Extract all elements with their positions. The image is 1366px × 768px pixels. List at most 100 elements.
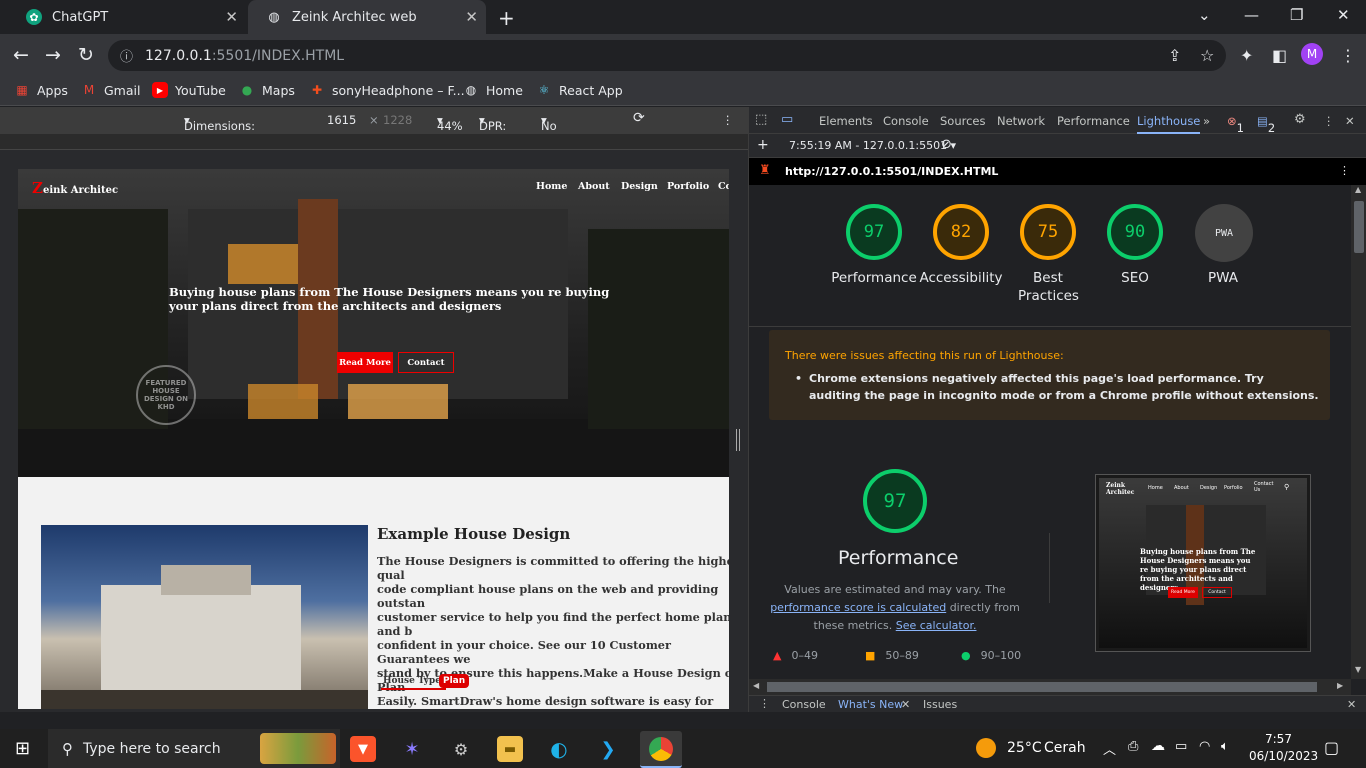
new-tab-button[interactable]: +: [498, 6, 515, 30]
error-count[interactable]: ⊗ 1: [1227, 114, 1244, 135]
tab-sources[interactable]: Sources: [940, 114, 986, 128]
report-menu-icon[interactable]: ⋮: [1339, 164, 1350, 177]
close-icon[interactable]: ✕: [225, 8, 238, 26]
restore-button[interactable]: ❐: [1290, 6, 1303, 24]
tab-lighthouse[interactable]: Lighthouse: [1137, 114, 1201, 134]
tab-console[interactable]: Console: [883, 114, 929, 128]
width-input[interactable]: 1615: [327, 113, 356, 127]
nav-design[interactable]: Design: [621, 181, 658, 192]
settings-gear-icon[interactable]: ⚙: [1294, 112, 1306, 127]
scroll-down-icon[interactable]: ▼: [1355, 665, 1361, 674]
bookmark-react-app[interactable]: ⚛ React App: [536, 82, 623, 98]
more-tabs-icon[interactable]: »: [1203, 114, 1210, 128]
performance-gauge-large[interactable]: 97: [863, 469, 927, 533]
onedrive-cloud-icon[interactable]: ☁: [1151, 738, 1165, 754]
back-icon[interactable]: ←: [13, 44, 29, 66]
volume-icon[interactable]: 🔈︎: [1221, 739, 1229, 754]
dimensions-select[interactable]: Dimensions: Responsive ▾: [184, 113, 255, 147]
zoom-select[interactable]: 44% ▾: [437, 113, 463, 133]
taskbar-search[interactable]: ⚲ Type here to search: [48, 729, 340, 768]
read-more-button[interactable]: Read More: [337, 352, 393, 373]
nav-contact[interactable]: Co: [718, 181, 729, 192]
rotate-icon[interactable]: ⟳: [633, 110, 645, 126]
info-icon[interactable]: ⓘ: [120, 46, 133, 65]
tab-chatgpt[interactable]: ✿ ChatGPT ✕: [8, 0, 246, 34]
final-screenshot[interactable]: Zeink Architec Home About Design Porfoli…: [1095, 474, 1311, 652]
reload-icon[interactable]: ↻: [78, 44, 94, 66]
wifi-icon[interactable]: ◠: [1199, 739, 1210, 754]
tab-network[interactable]: Network: [997, 114, 1045, 128]
bookmark-figma[interactable]: ✚ sonyHeadphone – F...: [309, 82, 465, 98]
brave-icon[interactable]: ▼: [350, 736, 376, 762]
vertical-scrollbar[interactable]: ▲ ▼: [1351, 185, 1366, 679]
chevron-up-icon[interactable]: ︿: [1103, 739, 1116, 758]
bookmark-home[interactable]: ◍ Home: [463, 82, 523, 98]
calculator-link[interactable]: See calculator.: [896, 619, 977, 632]
vscode-icon[interactable]: ❯: [595, 736, 621, 762]
meet-icon[interactable]: ⎙: [1128, 739, 1138, 754]
weather-sun-icon[interactable]: [976, 738, 996, 758]
tab-performance[interactable]: Performance: [1057, 114, 1130, 128]
drawer-menu-icon[interactable]: ⋮: [759, 697, 770, 710]
tab-search-icon[interactable]: ⌄: [1198, 6, 1211, 24]
score-gauge-accessibility[interactable]: 82: [933, 204, 989, 260]
bookmark-apps[interactable]: ▦ Apps: [14, 82, 68, 98]
score-gauge-performance[interactable]: 97: [846, 204, 902, 260]
minimize-button[interactable]: —: [1244, 6, 1259, 24]
horizontal-scrollbar[interactable]: ◀ ▶: [749, 679, 1351, 695]
nav-home[interactable]: Home: [536, 181, 567, 192]
chrome-taskbar-button[interactable]: [640, 731, 682, 768]
windows-start-icon[interactable]: ⊞: [15, 738, 30, 759]
tab-zeink[interactable]: ◍ Zeink Architec web ✕: [248, 0, 486, 34]
scroll-up-icon[interactable]: ▲: [1355, 185, 1361, 194]
new-report-icon[interactable]: +: [757, 137, 769, 153]
battery-icon[interactable]: ▭: [1175, 739, 1187, 754]
hscroll-thumb[interactable]: [767, 682, 1317, 692]
report-select[interactable]: 7:55:19 AM - 127.0.0.1:5501 ▾: [789, 139, 956, 152]
bookmark-maps[interactable]: ● Maps: [239, 82, 295, 98]
score-gauge-pwa[interactable]: PWA: [1195, 204, 1253, 262]
share-icon[interactable]: ⇪: [1168, 46, 1181, 65]
side-panel-icon[interactable]: ◧: [1272, 46, 1287, 65]
file-explorer-icon[interactable]: ▬: [497, 736, 523, 762]
nav-portfolio[interactable]: Porfolio: [667, 181, 709, 192]
scroll-left-icon[interactable]: ◀: [753, 681, 759, 690]
notifications-icon[interactable]: ▢: [1324, 738, 1339, 757]
height-input[interactable]: 1228: [383, 113, 412, 127]
more-options-icon[interactable]: ⋮: [722, 113, 734, 127]
message-count[interactable]: ▤ 2: [1257, 114, 1275, 135]
score-gauge-seo[interactable]: 90: [1107, 204, 1163, 260]
close-window-button[interactable]: ✕: [1337, 6, 1350, 24]
scroll-thumb[interactable]: [1354, 201, 1364, 253]
close-tab-icon[interactable]: ✕: [901, 698, 910, 711]
bookmark-gmail[interactable]: M Gmail: [81, 82, 141, 98]
drawer-tab-whats-new[interactable]: What's New: [838, 698, 903, 711]
weather-temp[interactable]: 25°C: [1007, 740, 1042, 756]
clock-date[interactable]: 06/10/2023: [1249, 749, 1318, 763]
drawer-tab-console[interactable]: Console: [782, 698, 826, 711]
inspect-icon[interactable]: ⬚: [755, 112, 767, 127]
close-icon[interactable]: ✕: [465, 8, 478, 26]
throttling-select[interactable]: No throttling ▾: [541, 113, 594, 147]
clear-icon[interactable]: ⊘: [941, 137, 952, 152]
clock-time[interactable]: 7:57: [1265, 732, 1292, 746]
report-url[interactable]: http://127.0.0.1:5501/INDEX.HTML: [785, 165, 998, 178]
score-gauge-best-practices[interactable]: 75: [1020, 204, 1076, 260]
copilot-icon[interactable]: ✶: [399, 736, 425, 762]
nav-about[interactable]: About: [578, 181, 610, 192]
close-devtools-icon[interactable]: ✕: [1345, 114, 1355, 128]
settings-app-icon[interactable]: ⚙: [448, 736, 474, 762]
avatar[interactable]: M: [1301, 43, 1323, 65]
score-calculated-link[interactable]: performance score is calculated: [770, 601, 946, 614]
contact-button[interactable]: Contact: [398, 352, 454, 373]
forward-icon[interactable]: →: [45, 44, 61, 66]
dpr-select[interactable]: DPR: 1.0 ▾: [479, 113, 506, 147]
house-type-badge[interactable]: Plan: [439, 674, 470, 688]
weather-desc[interactable]: Cerah: [1044, 740, 1086, 756]
address-bar[interactable]: ⓘ 127.0.0.1:5501/INDEX.HTML: [108, 40, 1226, 71]
extensions-icon[interactable]: ✦: [1240, 46, 1253, 65]
more-options-icon[interactable]: ⋮: [1323, 114, 1335, 128]
menu-icon[interactable]: ⋮: [1340, 46, 1356, 65]
scroll-right-icon[interactable]: ▶: [1337, 681, 1343, 690]
tab-elements[interactable]: Elements: [819, 114, 873, 128]
